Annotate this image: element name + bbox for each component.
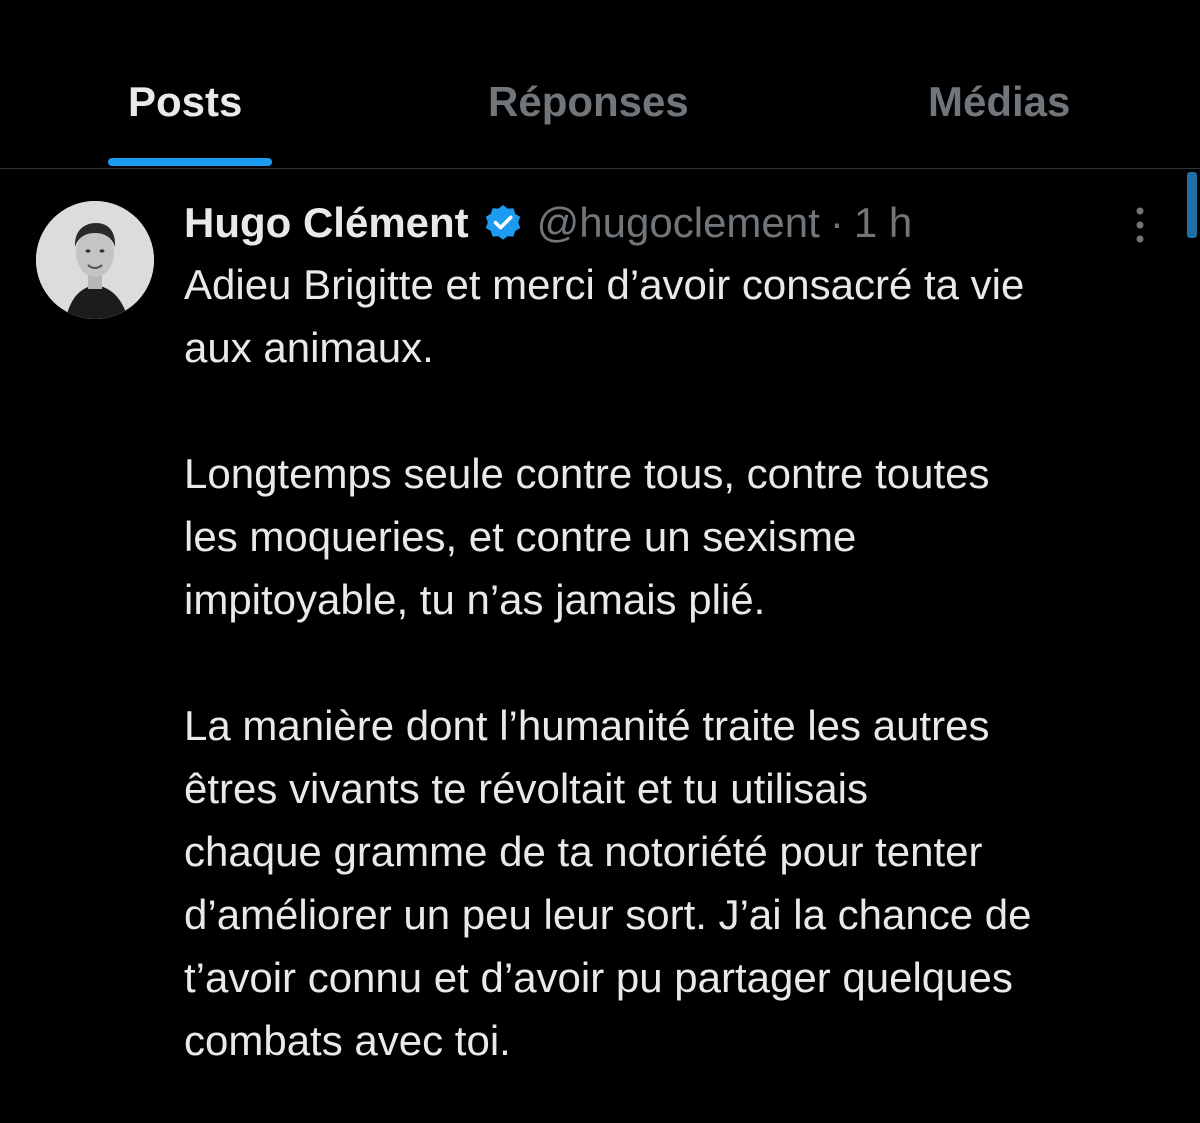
post-text-line: La manière dont l’humanité traite les au… bbox=[184, 702, 990, 749]
verified-badge-icon[interactable] bbox=[483, 203, 523, 243]
post-paragraph-3: La manière dont l’humanité traite les au… bbox=[184, 694, 1184, 1072]
post-paragraph-2: Longtemps seule contre tous, contre tout… bbox=[184, 442, 1184, 631]
post-text-line: chaque gramme de ta notoriété pour tente… bbox=[184, 828, 983, 875]
post-text-line: Longtemps seule contre tous, contre tout… bbox=[184, 450, 990, 497]
tab-replies[interactable]: Réponses bbox=[488, 78, 689, 126]
post-timestamp[interactable]: 1 h bbox=[854, 199, 912, 247]
active-tab-indicator bbox=[108, 158, 272, 166]
post-text: Adieu Brigitte et merci d’avoir consacré… bbox=[184, 253, 1184, 1072]
post-text-line: êtres vivants te révoltait et tu utilisa… bbox=[184, 765, 868, 812]
post-text-line: combats avec toi. bbox=[184, 1017, 511, 1064]
post-text-line: impitoyable, tu n’as jamais plié. bbox=[184, 576, 766, 623]
post-text-line: aux animaux. bbox=[184, 324, 434, 371]
post[interactable]: Hugo Clément @hugoclement · 1 h Adieu Br… bbox=[0, 169, 1200, 1123]
post-header: Hugo Clément @hugoclement · 1 h bbox=[184, 193, 912, 253]
post-text-line: d’améliorer un peu leur sort. J’ai la ch… bbox=[184, 891, 1032, 938]
avatar-photo bbox=[36, 201, 154, 319]
post-text-line: t’avoir connu et d’avoir pu partager que… bbox=[184, 954, 1013, 1001]
author-name[interactable]: Hugo Clément bbox=[184, 199, 469, 247]
meta-separator: · bbox=[829, 199, 844, 246]
post-paragraph-1: Adieu Brigitte et merci d’avoir consacré… bbox=[184, 253, 1184, 379]
tab-media[interactable]: Médias bbox=[928, 78, 1070, 126]
profile-tab-bar: Posts Réponses Médias bbox=[0, 0, 1200, 169]
tab-posts[interactable]: Posts bbox=[128, 78, 242, 126]
avatar[interactable] bbox=[36, 201, 154, 319]
post-text-line: les moqueries, et contre un sexisme bbox=[184, 513, 857, 560]
post-text-line: Adieu Brigitte et merci d’avoir consacré… bbox=[184, 261, 1025, 308]
author-handle[interactable]: @hugoclement bbox=[537, 199, 820, 247]
more-vertical-icon[interactable] bbox=[1128, 203, 1152, 247]
